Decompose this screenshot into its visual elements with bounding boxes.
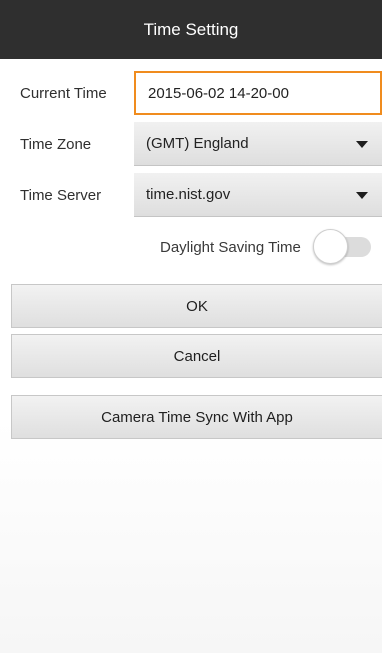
toggle-knob: [313, 229, 348, 264]
cancel-button[interactable]: Cancel: [11, 334, 382, 378]
current-time-field[interactable]: [134, 71, 382, 115]
dst-label: Daylight Saving Time: [160, 238, 301, 256]
dst-toggle[interactable]: [313, 229, 371, 264]
title-bar: Time Setting: [0, 0, 382, 59]
current-time-label: Current Time: [20, 85, 107, 102]
time-zone-label: Time Zone: [20, 136, 92, 153]
page-title: Time Setting: [143, 19, 239, 39]
dropdown-arrow-icon: [356, 191, 368, 199]
camera-time-sync-button[interactable]: Camera Time Sync With App: [11, 395, 382, 439]
time-setting-screen: Time Setting Current Time Time Zone (GMT…: [0, 0, 382, 653]
time-server-select[interactable]: time.nist.gov: [134, 173, 382, 217]
dropdown-arrow-icon: [356, 140, 368, 148]
time-zone-value: (GMT) England: [146, 135, 249, 152]
time-server-label: Time Server: [20, 187, 102, 204]
ok-button[interactable]: OK: [11, 284, 382, 328]
time-zone-select[interactable]: (GMT) England: [134, 122, 382, 166]
time-server-value: time.nist.gov: [146, 186, 231, 203]
current-time-input[interactable]: [148, 84, 380, 102]
